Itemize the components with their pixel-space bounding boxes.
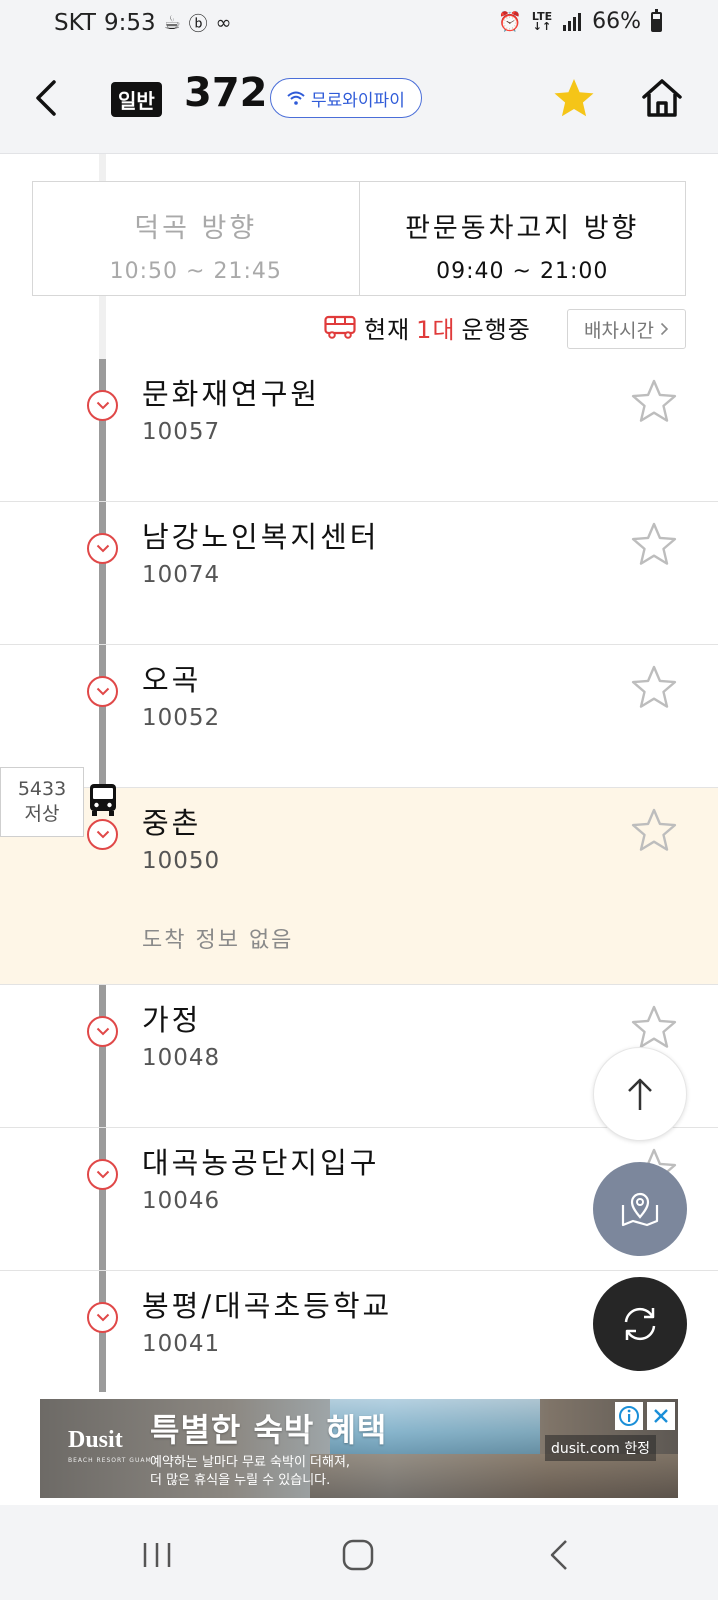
stop-id: 10050 xyxy=(142,848,221,874)
stop-marker-icon xyxy=(87,1302,118,1333)
ad-area: Dusit BEACH RESORT GUAM 특별한 숙박 혜택 예약하는 날… xyxy=(0,1392,718,1505)
back-nav-icon[interactable] xyxy=(538,1535,582,1575)
stop-id: 10046 xyxy=(142,1188,221,1214)
operation-status: 현재 1대 운행중 xyxy=(324,307,531,347)
recent-apps-icon[interactable] xyxy=(135,1535,179,1575)
free-wifi-badge[interactable]: 무료와이파이 xyxy=(270,78,422,118)
direction-time: 09:40 ~ 21:00 xyxy=(436,259,609,284)
stop-name: 봉평/대곡초등학교 xyxy=(142,1289,393,1323)
direction-time: 10:50 ~ 21:45 xyxy=(109,259,282,284)
stop-id: 10052 xyxy=(142,705,221,731)
ad-info-icon[interactable] xyxy=(615,1402,643,1430)
bus-type-badge: 일반 xyxy=(111,82,162,117)
stop-id: 10074 xyxy=(142,562,221,588)
wifi-icon xyxy=(287,91,305,105)
status-right: ⏰ LTE ↓↑ 66% xyxy=(498,8,662,34)
clock: 9:53 xyxy=(103,9,156,36)
arrival-info: 도착 정보 없음 xyxy=(142,928,294,953)
back-arrow-icon[interactable] xyxy=(28,76,68,120)
ad-domain-label: dusit.com 한정 xyxy=(545,1435,656,1461)
operating-bus-count: 1대 xyxy=(416,315,456,344)
ad-brand-logo: Dusit xyxy=(68,1427,123,1453)
stop-marker-icon xyxy=(87,676,118,707)
stop-id: 10057 xyxy=(142,419,221,445)
stop-name: 대곡농공단지입구 xyxy=(142,1146,380,1180)
stop-marker-icon xyxy=(87,533,118,564)
tab-direction-panmundong[interactable]: 판문동차고지 방향 09:40 ~ 21:00 xyxy=(358,182,686,295)
status-left: SKT 9:53 ☕ ⓑ ∞ xyxy=(54,9,232,36)
wifi-label: 무료와이파이 xyxy=(311,90,405,111)
bus-outline-icon xyxy=(324,315,356,339)
bus-icon xyxy=(90,784,116,816)
operation-suffix: 운행중 xyxy=(461,315,531,344)
infinity-icon: ∞ xyxy=(215,11,232,34)
direction-name: 덕곡 방향 xyxy=(134,213,258,244)
stop-row[interactable]: 오곡 10052 xyxy=(0,645,718,788)
scroll-top-button[interactable] xyxy=(593,1047,687,1141)
star-outline-icon[interactable] xyxy=(630,1003,678,1051)
home-icon[interactable] xyxy=(640,76,684,120)
direction-tabs: 덕곡 방향 10:50 ~ 21:45 판문동차고지 방향 09:40 ~ 21… xyxy=(32,181,686,296)
stop-name: 문화재연구원 xyxy=(142,377,321,411)
app-header: 일반 372 무료와이파이 xyxy=(0,46,718,154)
route-number: 372 xyxy=(184,70,268,116)
stop-list: 문화재연구원 10057 남강노인복지센터 10074 오곡 10052 중촌 … xyxy=(0,359,718,1414)
stop-marker-icon xyxy=(87,1159,118,1190)
stop-row-current[interactable]: 중촌 10050 도착 정보 없음 xyxy=(0,788,718,985)
stop-id: 10048 xyxy=(142,1045,221,1071)
stop-row[interactable]: 문화재연구원 10057 xyxy=(0,359,718,502)
stop-name: 가정 xyxy=(142,1003,202,1037)
star-outline-icon[interactable] xyxy=(630,520,678,568)
schedule-label: 배차시간 xyxy=(584,319,654,342)
chevron-right-icon xyxy=(660,322,669,336)
tab-direction-deokgok[interactable]: 덕곡 방향 10:50 ~ 21:45 xyxy=(33,182,359,295)
star-outline-icon[interactable] xyxy=(630,663,678,711)
stop-id: 10041 xyxy=(142,1331,221,1357)
alarm-icon: ⏰ xyxy=(498,11,522,33)
ad-copy-line: 더 많은 휴식을 누릴 수 있습니다. xyxy=(150,1473,331,1488)
map-button[interactable] xyxy=(593,1162,687,1256)
ad-banner[interactable]: Dusit BEACH RESORT GUAM 특별한 숙박 혜택 예약하는 날… xyxy=(40,1399,678,1498)
stop-name: 남강노인복지센터 xyxy=(142,520,380,554)
star-outline-icon[interactable] xyxy=(630,377,678,425)
ad-close-icon[interactable] xyxy=(647,1402,675,1430)
ad-copy-line: 예약하는 날마다 무료 숙박이 더해져, xyxy=(150,1455,351,1470)
carrier-label: SKT xyxy=(54,9,96,36)
system-nav-bar xyxy=(0,1505,718,1600)
bus-info-tag[interactable]: 5433 저상 xyxy=(0,767,84,837)
arrow-up-icon xyxy=(628,1078,652,1110)
star-outline-icon[interactable] xyxy=(630,806,678,854)
home-nav-icon[interactable] xyxy=(336,1535,380,1575)
operation-prefix: 현재 xyxy=(364,315,411,344)
refresh-icon xyxy=(624,1307,656,1341)
battery-percent: 66% xyxy=(592,9,641,34)
stop-row[interactable]: 남강노인복지센터 10074 xyxy=(0,502,718,645)
battery-icon xyxy=(651,8,662,32)
bus-plate-number: 5433 xyxy=(17,778,67,800)
ad-headline: 특별한 숙박 혜택 xyxy=(150,1411,388,1449)
schedule-button[interactable]: 배차시간 xyxy=(567,309,686,349)
refresh-button[interactable] xyxy=(593,1277,687,1371)
stop-marker-icon xyxy=(87,819,118,850)
direction-name: 판문동차고지 방향 xyxy=(405,213,640,244)
bus-floor-type: 저상 xyxy=(24,803,60,825)
coffee-icon: ☕ xyxy=(163,11,181,34)
status-bar: SKT 9:53 ☕ ⓑ ∞ ⏰ LTE ↓↑ 66% xyxy=(0,0,718,46)
network-type: LTE ↓↑ xyxy=(531,9,553,33)
stop-marker-icon xyxy=(87,1016,118,1047)
ad-brand-sub: BEACH RESORT GUAM xyxy=(68,1457,152,1464)
map-pin-icon xyxy=(621,1192,659,1227)
stop-name: 중촌 xyxy=(142,806,202,840)
b-app-icon: ⓑ xyxy=(188,13,208,35)
stop-name: 오곡 xyxy=(142,663,202,697)
stop-marker-icon xyxy=(87,390,118,421)
favorite-star-icon[interactable] xyxy=(552,76,596,120)
signal-icon xyxy=(563,12,582,31)
